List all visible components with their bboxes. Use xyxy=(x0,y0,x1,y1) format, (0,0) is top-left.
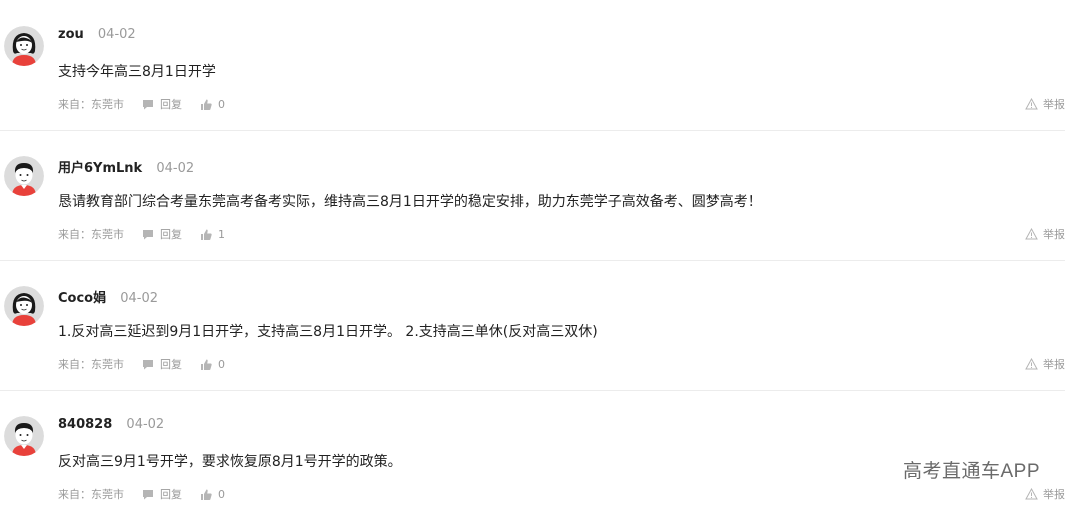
like-count: 1 xyxy=(218,227,225,241)
report-button[interactable]: 举报 xyxy=(1025,96,1065,112)
warning-icon xyxy=(1025,98,1038,110)
comment-text: 反对高三9月1号开学，要求恢复原8月1号开学的政策。 xyxy=(58,454,402,470)
report-label: 举报 xyxy=(1043,228,1065,241)
reply-label: 回复 xyxy=(160,358,182,371)
avatar[interactable] xyxy=(4,286,44,326)
avatar[interactable] xyxy=(4,26,44,66)
comment-icon xyxy=(143,489,153,499)
username[interactable]: zou xyxy=(58,27,84,42)
username[interactable]: Coco娟 xyxy=(58,291,106,306)
comment-item: zou 04-02 支持今年高三8月1日开学 来自：东莞市 回复 0 举报 xyxy=(0,0,1065,131)
like-count: 0 xyxy=(218,97,225,111)
comment-item: 840828 04-02 反对高三9月1号开学，要求恢复原8月1号开学的政策。 … xyxy=(0,390,1065,520)
warning-icon xyxy=(1025,228,1038,240)
male-avatar-icon xyxy=(4,156,44,196)
avatar[interactable] xyxy=(4,416,44,456)
comment-date: 04-02 xyxy=(126,417,165,432)
warning-icon xyxy=(1025,488,1038,500)
like-button[interactable]: 0 xyxy=(200,488,225,501)
reply-button[interactable]: 回复 xyxy=(142,356,182,372)
comment-source: 来自：东莞市 xyxy=(58,488,124,501)
male-avatar-icon xyxy=(4,416,44,456)
comment-item: Coco娟 04-02 1.反对高三延迟到9月1日开学，支持高三8月1日开学。 … xyxy=(0,260,1065,391)
comment-icon xyxy=(143,229,153,239)
reply-button[interactable]: 回复 xyxy=(142,226,182,242)
watermark: 高考直通车APP xyxy=(903,461,1041,482)
comment-date: 04-02 xyxy=(156,161,195,176)
reply-label: 回复 xyxy=(160,488,182,501)
comment-text: 1.反对高三延迟到9月1日开学，支持高三8月1日开学。 2.支持高三单休(反对高… xyxy=(58,324,598,340)
like-button[interactable]: 0 xyxy=(200,358,225,371)
comment-text: 恳请教育部门综合考量东莞高考备考实际，维持高三8月1日开学的稳定安排，助力东莞学… xyxy=(58,194,762,210)
username[interactable]: 840828 xyxy=(58,417,112,432)
like-count: 0 xyxy=(218,357,225,371)
comment-icon xyxy=(143,359,153,369)
comment-text: 支持今年高三8月1日开学 xyxy=(58,64,216,80)
avatar[interactable] xyxy=(4,156,44,196)
report-button[interactable]: 举报 xyxy=(1025,226,1065,242)
reply-label: 回复 xyxy=(160,228,182,241)
thumbs-up-icon xyxy=(201,359,212,370)
username[interactable]: 用户6YmLnk xyxy=(58,161,142,176)
reply-label: 回复 xyxy=(160,98,182,111)
like-button[interactable]: 0 xyxy=(200,98,225,111)
comment-source: 来自：东莞市 xyxy=(58,98,124,111)
like-count: 0 xyxy=(218,487,225,501)
like-button[interactable]: 1 xyxy=(200,228,225,241)
report-label: 举报 xyxy=(1043,98,1065,111)
report-button[interactable]: 举报 xyxy=(1025,356,1065,372)
comment-item: 用户6YmLnk 04-02 恳请教育部门综合考量东莞高考备考实际，维持高三8月… xyxy=(0,130,1065,261)
report-label: 举报 xyxy=(1043,358,1065,371)
female-avatar-icon xyxy=(4,286,44,326)
warning-icon xyxy=(1025,358,1038,370)
comment-icon xyxy=(143,99,153,109)
comment-date: 04-02 xyxy=(97,27,136,42)
thumbs-up-icon xyxy=(201,99,212,110)
report-label: 举报 xyxy=(1043,488,1065,501)
comment-source: 来自：东莞市 xyxy=(58,358,124,371)
report-button[interactable]: 举报 xyxy=(1025,486,1065,502)
female-avatar-icon xyxy=(4,26,44,66)
thumbs-up-icon xyxy=(201,489,212,500)
reply-button[interactable]: 回复 xyxy=(142,96,182,112)
comment-date: 04-02 xyxy=(120,291,159,306)
reply-button[interactable]: 回复 xyxy=(142,486,182,502)
comment-source: 来自：东莞市 xyxy=(58,228,124,241)
thumbs-up-icon xyxy=(201,229,212,240)
